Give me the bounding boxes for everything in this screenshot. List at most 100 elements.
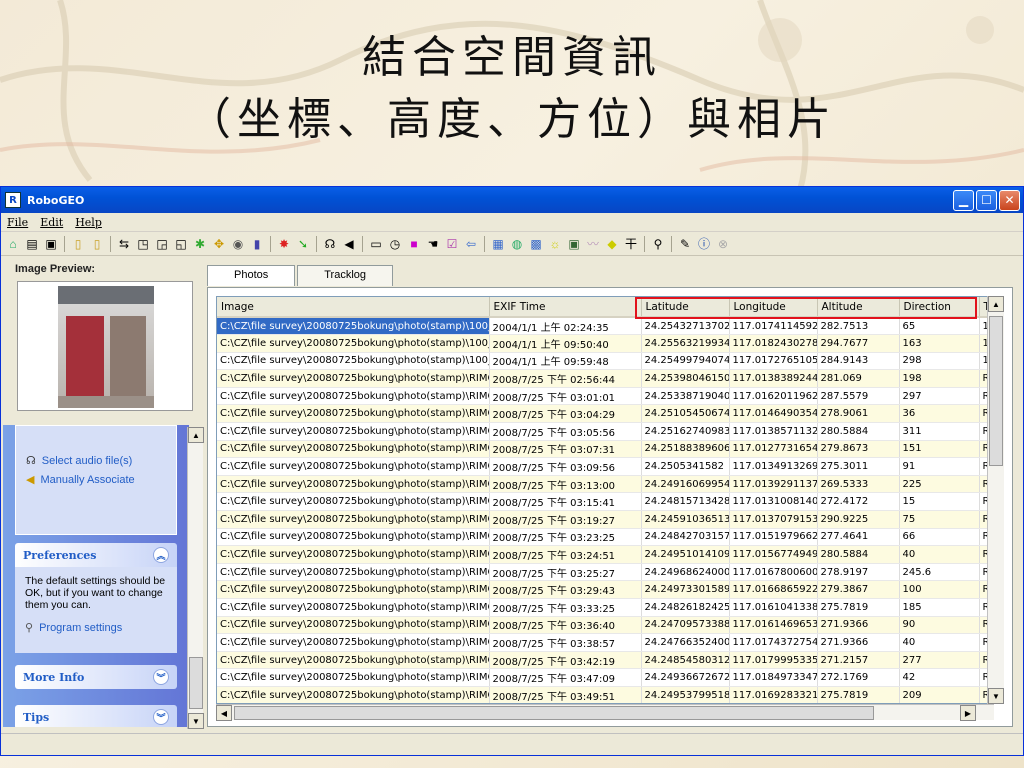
scroll-down-icon[interactable]: ▼ (188, 713, 204, 729)
table-cell[interactable]: 2008/7/25 下午 03:04:29 (489, 404, 642, 424)
table-cell[interactable]: 117.0146490354 (729, 404, 818, 424)
table-cell[interactable]: 117.0127731654 (729, 440, 818, 459)
cursor-icon[interactable]: ◳ (135, 236, 151, 252)
table-cell[interactable]: C:\CZ\file survey\20080725bokung\photo(s… (217, 404, 490, 424)
table-cell[interactable]: 117.0138389244 (729, 369, 818, 388)
tower-icon[interactable]: 干 (623, 236, 639, 252)
table-cell[interactable]: 280.5884 (817, 422, 900, 441)
table-cell[interactable]: 271.2157 (817, 651, 900, 670)
table-cell[interactable]: 275.3011 (817, 457, 900, 476)
pen-icon[interactable]: ✎ (677, 236, 693, 252)
table-cell[interactable]: 24.24826182425 (641, 598, 730, 617)
table-cell[interactable]: C:\CZ\file survey\20080725bokung\photo(s… (217, 563, 490, 582)
back-icon[interactable]: ⇦ (463, 236, 479, 252)
table-cell[interactable]: 290.9225 (817, 510, 900, 529)
table-row[interactable]: C:\CZ\file survey\20080725bokung\photo(s… (217, 317, 993, 336)
table-cell[interactable]: 287.5579 (817, 387, 900, 406)
table-cell[interactable]: 117.0172765105 (729, 352, 818, 371)
preferences-header[interactable]: Preferences ︽ (15, 543, 177, 567)
sun-icon[interactable]: ☼ (547, 236, 563, 252)
table-cell[interactable]: 90 (899, 616, 980, 635)
arrow-icon[interactable]: ➘ (295, 236, 311, 252)
hand-icon[interactable]: ☚ (425, 236, 441, 252)
select-audio-link[interactable]: ☊ Select audio file(s) (26, 454, 166, 468)
table-cell[interactable]: 277 (899, 651, 980, 670)
table-cell[interactable]: 24.24953799518 (641, 686, 730, 703)
folder-open-icon[interactable]: ▯ (70, 236, 86, 252)
table-cell[interactable]: 117.0138571132 (729, 422, 818, 441)
wave-icon[interactable]: 〰 (585, 236, 601, 252)
table-cell[interactable]: 117.0139291137 (729, 475, 818, 494)
table-cell[interactable]: 2008/7/25 下午 02:56:44 (489, 369, 642, 388)
table-row[interactable]: C:\CZ\file survey\20080725bokung\photo(s… (217, 598, 993, 617)
globe-icon[interactable]: ◍ (509, 236, 525, 252)
table-cell[interactable]: 2008/7/25 下午 03:01:01 (489, 387, 642, 406)
table-row[interactable]: C:\CZ\file survey\20080725bokung\photo(s… (217, 651, 993, 670)
page-icon[interactable]: ▭ (368, 236, 384, 252)
table-cell[interactable]: 185 (899, 598, 980, 617)
table-cell[interactable]: 24.24951014109 (641, 545, 730, 564)
col-longitude[interactable]: Longitude (729, 297, 818, 318)
scroll-up-icon[interactable]: ▲ (988, 296, 1004, 312)
table-cell[interactable]: 24.25105450674 (641, 404, 730, 424)
table-cell[interactable]: 24.25563219934 (641, 334, 730, 353)
table-row[interactable]: C:\CZ\file survey\20080725bokung\photo(s… (217, 369, 993, 388)
table-row[interactable]: C:\CZ\file survey\20080725bokung\photo(s… (217, 475, 993, 494)
table-cell[interactable]: 24.25162740983 (641, 422, 730, 441)
table-cell[interactable]: 117.0151979662 (729, 528, 818, 547)
table-cell[interactable]: 2008/7/25 下午 03:24:51 (489, 545, 642, 564)
table-cell[interactable]: C:\CZ\file survey\20080725bokung\photo(s… (217, 440, 490, 459)
table-cell[interactable]: 151 (899, 440, 980, 459)
table-cell[interactable]: 117.0179995335 (729, 651, 818, 670)
table-row[interactable]: C:\CZ\file survey\20080725bokung\photo(s… (217, 616, 993, 635)
col-direction[interactable]: Direction (899, 297, 980, 318)
table-cell[interactable]: 2004/1/1 上午 09:59:48 (489, 352, 642, 371)
photo-icon[interactable]: ▩ (528, 236, 544, 252)
table-cell[interactable]: 2008/7/25 下午 03:09:56 (489, 457, 642, 476)
table-cell[interactable]: 2008/7/25 下午 03:38:57 (489, 633, 642, 652)
close-circle-icon[interactable]: ⊗ (715, 236, 731, 252)
scroll-thumb[interactable] (189, 657, 203, 709)
diamond-icon[interactable]: ◆ (604, 236, 620, 252)
table-cell[interactable]: C:\CZ\file survey\20080725bokung\photo(s… (217, 651, 490, 670)
table-cell[interactable]: 297 (899, 387, 980, 406)
table-cell[interactable]: C:\CZ\file survey\20080725bokung\photo(s… (217, 528, 490, 547)
table-cell[interactable]: 279.3867 (817, 580, 900, 599)
table-cell[interactable]: 278.9061 (817, 404, 900, 424)
table-cell[interactable]: C:\CZ\file survey\20080725bokung\photo(s… (217, 387, 490, 406)
info-icon[interactable]: ⓘ (696, 236, 712, 252)
table-cell[interactable]: C:\CZ\file survey\20080725bokung\photo(s… (217, 492, 490, 512)
table-cell[interactable]: 24.25188389606 (641, 440, 730, 459)
table-cell[interactable]: C:\CZ\file survey\20080725bokung\photo(s… (217, 352, 490, 371)
table-row[interactable]: C:\CZ\file survey\20080725bokung\photo(s… (217, 668, 993, 687)
tips-header[interactable]: Tips ︾ (15, 705, 177, 727)
table-cell[interactable]: C:\CZ\file survey\20080725bokung\photo(s… (217, 317, 490, 336)
table-cell[interactable]: C:\CZ\file survey\20080725bokung\photo(s… (217, 334, 490, 353)
manually-associate-link[interactable]: ◀ Manually Associate (26, 473, 166, 487)
table-cell[interactable]: 40 (899, 633, 980, 652)
table-cell[interactable]: 24.2505341582 (641, 457, 730, 476)
table-cell[interactable]: 280.5884 (817, 545, 900, 564)
table-cell[interactable]: 100 (899, 580, 980, 599)
menu-edit[interactable]: Edit (40, 216, 63, 229)
table-cell[interactable]: C:\CZ\file survey\20080725bokung\photo(s… (217, 457, 490, 476)
maximize-button[interactable]: ☐ (976, 189, 997, 211)
robogeo-app-icon[interactable]: R (5, 192, 21, 208)
speaker-icon[interactable]: ◀ (341, 236, 357, 252)
table-cell[interactable]: 24.25398046150 (641, 369, 730, 388)
table-cell[interactable]: 117.0174114592 (729, 317, 818, 336)
table-cell[interactable]: 2008/7/25 下午 03:05:56 (489, 422, 642, 441)
table-cell[interactable]: 311 (899, 422, 980, 441)
table-cell[interactable]: 2008/7/25 下午 03:13:00 (489, 475, 642, 494)
table-cell[interactable]: 278.9197 (817, 563, 900, 582)
table-cell[interactable]: C:\CZ\file survey\20080725bokung\photo(s… (217, 633, 490, 652)
table-vscrollbar[interactable]: ▲ ▼ (987, 296, 1004, 704)
disk-icon[interactable]: ▣ (43, 236, 59, 252)
table-row[interactable]: C:\CZ\file survey\20080725bokung\photo(s… (217, 387, 993, 406)
grid-icon[interactable]: ▣ (566, 236, 582, 252)
program-settings-link[interactable]: ⚲ Program settings (25, 621, 167, 635)
table-cell[interactable]: C:\CZ\file survey\20080725bokung\photo(s… (217, 545, 490, 564)
table-cell[interactable]: C:\CZ\file survey\20080725bokung\photo(s… (217, 616, 490, 635)
table-cell[interactable]: 209 (899, 686, 980, 703)
table-cell[interactable]: C:\CZ\file survey\20080725bokung\photo(s… (217, 580, 490, 599)
